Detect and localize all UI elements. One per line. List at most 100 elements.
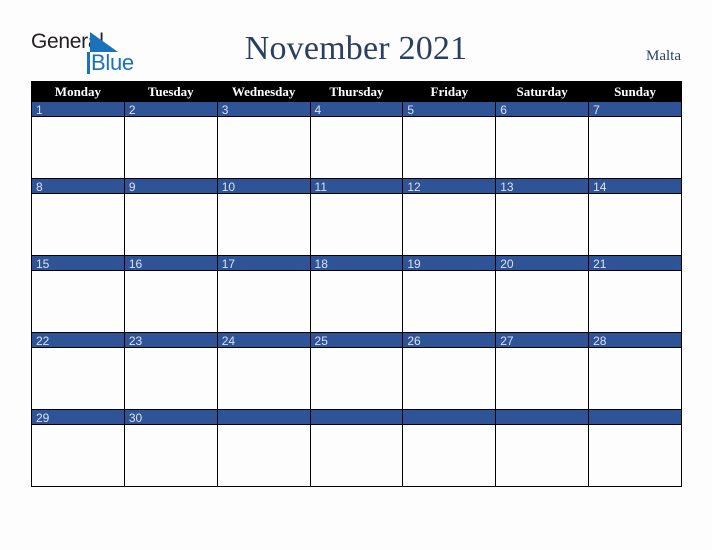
day-number: 11 — [310, 179, 403, 194]
day-events-area[interactable] — [124, 117, 217, 176]
day-events-area[interactable] — [403, 117, 496, 176]
day-events-area[interactable] — [32, 194, 124, 253]
weekday-header-sunday: Sunday — [588, 81, 682, 102]
day-events-area[interactable] — [496, 194, 589, 253]
day-events-area[interactable] — [403, 425, 496, 484]
calendar-day-cell[interactable]: 5 — [402, 101, 497, 179]
day-events-area[interactable] — [217, 117, 310, 176]
day-number: 29 — [32, 410, 124, 425]
region-label: Malta — [646, 48, 681, 64]
day-events-area[interactable] — [32, 425, 124, 484]
day-number: 17 — [217, 256, 310, 271]
calendar-day-cell[interactable]: 11 — [309, 178, 404, 256]
calendar-day-cell[interactable]: 8 — [31, 178, 125, 256]
day-events-area[interactable] — [496, 425, 589, 484]
calendar-day-cell[interactable]: 15 — [31, 255, 125, 333]
calendar-day-cell[interactable]: 25 — [309, 332, 404, 410]
day-number: 30 — [124, 410, 217, 425]
day-events-area[interactable] — [32, 117, 124, 176]
day-events-area[interactable] — [124, 271, 217, 330]
calendar-day-cell[interactable]: 22 — [31, 332, 125, 410]
day-events-area[interactable] — [310, 117, 403, 176]
calendar-day-cell[interactable]: 14 — [588, 178, 682, 256]
calendar-day-cell[interactable]: 23 — [123, 332, 218, 410]
day-events-area[interactable] — [217, 271, 310, 330]
day-number — [310, 410, 403, 425]
calendar-day-cell[interactable]: 27 — [495, 332, 590, 410]
day-number: 12 — [403, 179, 496, 194]
day-events-area[interactable] — [589, 117, 681, 176]
calendar-week-row: 15 16 17 18 19 20 21 — [31, 255, 682, 333]
weekday-header-saturday: Saturday — [495, 81, 590, 102]
day-events-area[interactable] — [32, 271, 124, 330]
calendar-day-cell[interactable]: 12 — [402, 178, 497, 256]
weekday-header-wednesday: Wednesday — [216, 81, 311, 102]
day-number: 28 — [589, 333, 681, 348]
day-number: 24 — [217, 333, 310, 348]
day-events-area[interactable] — [310, 271, 403, 330]
calendar-week-row: 1 2 3 4 5 6 7 — [31, 101, 682, 179]
calendar-day-cell[interactable]: 19 — [402, 255, 497, 333]
calendar-day-cell[interactable]: 4 — [309, 101, 404, 179]
calendar-day-cell-empty[interactable] — [309, 409, 404, 487]
day-number: 16 — [124, 256, 217, 271]
day-events-area[interactable] — [310, 348, 403, 407]
day-events-area[interactable] — [589, 194, 681, 253]
day-number: 19 — [403, 256, 496, 271]
day-events-area[interactable] — [310, 425, 403, 484]
day-number: 25 — [310, 333, 403, 348]
calendar-day-cell[interactable]: 7 — [588, 101, 682, 179]
calendar-day-cell[interactable]: 28 — [588, 332, 682, 410]
day-number: 21 — [589, 256, 681, 271]
calendar-day-cell[interactable]: 30 — [123, 409, 218, 487]
calendar-day-cell-empty[interactable] — [402, 409, 497, 487]
calendar-day-cell[interactable]: 26 — [402, 332, 497, 410]
day-events-area[interactable] — [496, 271, 589, 330]
calendar-day-cell[interactable]: 16 — [123, 255, 218, 333]
day-events-area[interactable] — [124, 425, 217, 484]
day-events-area[interactable] — [403, 271, 496, 330]
day-number: 14 — [589, 179, 681, 194]
calendar-day-cell[interactable]: 13 — [495, 178, 590, 256]
calendar-day-cell[interactable]: 17 — [216, 255, 311, 333]
day-events-area[interactable] — [496, 348, 589, 407]
calendar-day-cell-empty[interactable] — [216, 409, 311, 487]
calendar-day-cell[interactable]: 6 — [495, 101, 590, 179]
calendar-day-cell[interactable]: 9 — [123, 178, 218, 256]
day-events-area[interactable] — [217, 425, 310, 484]
day-number: 8 — [32, 179, 124, 194]
day-events-area[interactable] — [310, 194, 403, 253]
calendar-day-cell[interactable]: 20 — [495, 255, 590, 333]
day-events-area[interactable] — [217, 194, 310, 253]
day-events-area[interactable] — [589, 425, 681, 484]
day-number: 26 — [403, 333, 496, 348]
day-events-area[interactable] — [217, 348, 310, 407]
page-header: General Blue November 2021 Malta — [0, 0, 712, 80]
day-events-area[interactable] — [124, 348, 217, 407]
calendar-day-cell[interactable]: 2 — [123, 101, 218, 179]
calendar-day-cell[interactable]: 1 — [31, 101, 125, 179]
weekday-header-friday: Friday — [402, 81, 497, 102]
calendar-day-cell[interactable]: 24 — [216, 332, 311, 410]
page-title: November 2021 — [244, 30, 468, 67]
day-events-area[interactable] — [124, 194, 217, 253]
calendar-body: 1 2 3 4 5 6 7 8 9 10 11 12 13 14 15 16 1… — [31, 101, 682, 487]
day-events-area[interactable] — [403, 194, 496, 253]
calendar-day-cell[interactable]: 29 — [31, 409, 125, 487]
calendar-day-cell[interactable]: 21 — [588, 255, 682, 333]
day-events-area[interactable] — [589, 348, 681, 407]
day-number — [403, 410, 496, 425]
calendar-day-cell[interactable]: 3 — [216, 101, 311, 179]
calendar-day-cell-empty[interactable] — [588, 409, 682, 487]
day-number: 10 — [217, 179, 310, 194]
calendar-day-cell[interactable]: 18 — [309, 255, 404, 333]
day-events-area[interactable] — [403, 348, 496, 407]
day-number: 18 — [310, 256, 403, 271]
day-events-area[interactable] — [589, 271, 681, 330]
day-events-area[interactable] — [496, 117, 589, 176]
calendar-day-cell-empty[interactable] — [495, 409, 590, 487]
calendar-week-row: 22 23 24 25 26 27 28 — [31, 332, 682, 410]
calendar-day-cell[interactable]: 10 — [216, 178, 311, 256]
day-number: 22 — [32, 333, 124, 348]
day-events-area[interactable] — [32, 348, 124, 407]
